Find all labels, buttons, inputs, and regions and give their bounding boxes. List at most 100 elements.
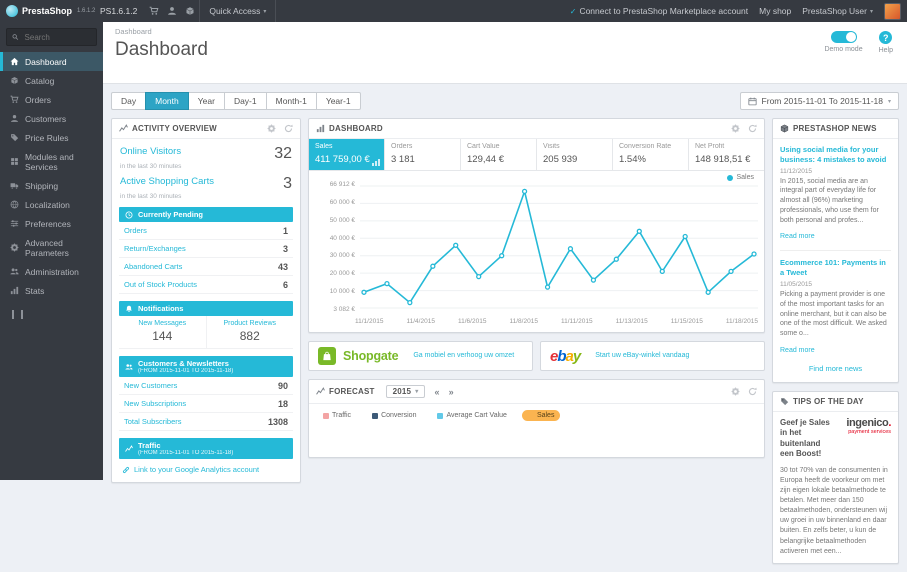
topbar: PrestaShop 1.6.1.2 PS1.6.1.2 Quick Acces… [0,0,907,22]
shop-cart-icon[interactable] [149,6,159,16]
find-more-news-link[interactable]: Find more news [780,357,891,375]
help-icon[interactable]: ? [879,31,893,44]
sidebar-item-stats[interactable]: Stats [0,281,103,300]
active-carts-sub: in the last 30 minutes [120,193,182,200]
sidebar-item-label: Stats [25,285,45,296]
sidebar-item-customers[interactable]: Customers [0,109,103,128]
quick-access-menu[interactable]: Quick Access ▾ [199,0,277,22]
traffic-header: Traffic (FROM 2015-11-01 TO 2015-11-18) [119,438,293,459]
news-icon [780,124,789,133]
forecast-legend-average-cart-value[interactable]: Average Cart Value [431,410,512,421]
ingenico-name: ingenico [846,416,889,429]
shopgate-bag-icon [318,347,336,365]
employee-icon[interactable] [167,6,177,16]
tab-visits[interactable]: Visits 205 939 [537,139,613,170]
forecast-legend-conversion[interactable]: Conversion [366,410,422,421]
sidebar-item-price-rules[interactable]: Price Rules [0,128,103,147]
forecast-next-button[interactable]: » [449,387,454,397]
news-article-title[interactable]: Using social media for your business: 4 … [780,145,891,165]
news-article-date: 11/05/2015 [780,280,813,288]
modules-gift-icon[interactable] [185,6,195,16]
caret-down-icon: ▾ [263,8,267,15]
total-subscribers-link[interactable]: Total Subscribers [124,417,182,426]
sidebar-item-dashboard[interactable]: Dashboard [0,52,103,71]
period-year-1-button[interactable]: Year-1 [315,92,361,110]
ebay-link[interactable]: Start uw eBay-winkel vandaag [595,352,689,361]
sidebar-item-catalog[interactable]: Catalog [0,71,103,90]
tab-orders[interactable]: Orders 3 181 [385,139,461,170]
customers-newsletters-title: Customers & Newsletters [138,359,229,368]
tab-cart-value[interactable]: Cart Value 129,44 € [461,139,537,170]
gear-icon[interactable] [731,124,740,133]
news-article-title[interactable]: Ecommerce 101: Payments in a Tweet [780,258,891,278]
period-year-button[interactable]: Year [187,92,225,110]
period-month-button[interactable]: Month [145,92,189,110]
marketplace-link[interactable]: ✓ Connect to PrestaShop Marketplace acco… [570,6,748,16]
sidebar-search[interactable] [6,28,97,46]
tips-body: 30 tot 70% van de consumenten in Europa … [780,466,888,555]
out-of-stock-link[interactable]: Out of Stock Products [124,280,197,289]
tag-icon [10,133,19,142]
sidebar-item-localization[interactable]: Localization [0,195,103,214]
sliders-icon [10,219,19,228]
prestashop-logo[interactable]: PrestaShop 1.6.1.2 [0,5,96,17]
tab-net-profit[interactable]: Net Profit 148 918,51 € [689,139,764,170]
read-more-link[interactable]: Read more [780,233,815,240]
sidebar-item-shipping[interactable]: Shipping [0,176,103,195]
abandoned-carts-link[interactable]: Abandoned Carts [124,262,182,271]
traffic-swatch [323,412,329,419]
gear-icon[interactable] [731,387,740,396]
pending-returns-link[interactable]: Return/Exchanges [124,244,186,253]
chart-legend: Sales [727,174,754,181]
pending-orders-link[interactable]: Orders [124,226,147,235]
date-range-picker[interactable]: From 2015-11-01 To 2015-11-18 ▾ [739,92,899,110]
sidebar: Dashboard Catalog Orders Customers Price… [0,22,103,480]
sidebar-item-preferences[interactable]: Preferences [0,214,103,233]
sidebar-item-label: Preferences [25,218,71,229]
customers-newsletters-header: Customers & Newsletters (FROM 2015-11-01… [119,356,293,377]
refresh-icon[interactable] [284,124,293,133]
sidebar-item-administration[interactable]: Administration [0,262,103,281]
refresh-icon[interactable] [748,124,757,133]
sidebar-item-orders[interactable]: Orders [0,90,103,109]
period-day-button[interactable]: Day [111,92,147,110]
forecast-legend-traffic[interactable]: Traffic [317,410,357,421]
new-subscriptions-link[interactable]: New Subscriptions [124,399,186,408]
user-icon [10,114,19,123]
my-shop-link[interactable]: My shop [759,6,791,16]
forecast-prev-button[interactable]: « [434,387,439,397]
breadcrumb[interactable]: Dashboard [115,27,895,36]
refresh-icon[interactable] [748,387,757,396]
forecast-legend-sales[interactable]: Sales [521,410,561,421]
new-messages-link[interactable]: New Messages 144 [119,316,207,348]
legend-label: Traffic [332,412,352,419]
user-menu[interactable]: PrestaShop User ▾ [802,6,873,16]
forecast-year-select[interactable]: 2015 ▾ [385,385,426,398]
clock-icon [125,211,133,219]
collapse-sidebar-button[interactable] [12,310,23,319]
sales-line-chart[interactable] [360,181,758,313]
user-name: PrestaShop User [802,6,867,16]
read-more-link[interactable]: Read more [780,347,815,354]
period-day-1-button[interactable]: Day-1 [223,92,267,110]
avatar[interactable] [884,2,901,20]
gear-icon[interactable] [267,124,276,133]
new-customers-link[interactable]: New Customers [124,381,177,390]
online-visitors-link[interactable]: Online Visitors [120,146,181,157]
shopgate-link[interactable]: Ga mobiel en verhoog uw omzet [413,352,514,361]
product-reviews-link[interactable]: Product Reviews 882 [207,316,294,348]
search-input[interactable] [22,31,91,43]
period-button-group: Day Month Year Day-1 Month-1 Year-1 [111,92,361,110]
search-icon [12,33,19,41]
help-control: ? Help [879,31,893,54]
tab-conversion-rate[interactable]: Conversion Rate 1.54% [613,139,689,170]
tab-sales[interactable]: Sales 411 759,00 € [309,139,385,170]
sidebar-item-modules[interactable]: Modules and Services [0,147,103,176]
sidebar-item-advanced-parameters[interactable]: Advanced Parameters [0,233,103,262]
news-article-body: Picking a payment provider is one of the… [780,290,887,338]
news-article-body: In 2015, social media are an integral pa… [780,177,879,224]
demo-mode-toggle[interactable] [830,31,857,43]
active-carts-link[interactable]: Active Shopping Carts [120,176,214,187]
google-analytics-link[interactable]: Link to your Google Analytics account [118,459,294,474]
period-month-1-button[interactable]: Month-1 [265,92,317,110]
